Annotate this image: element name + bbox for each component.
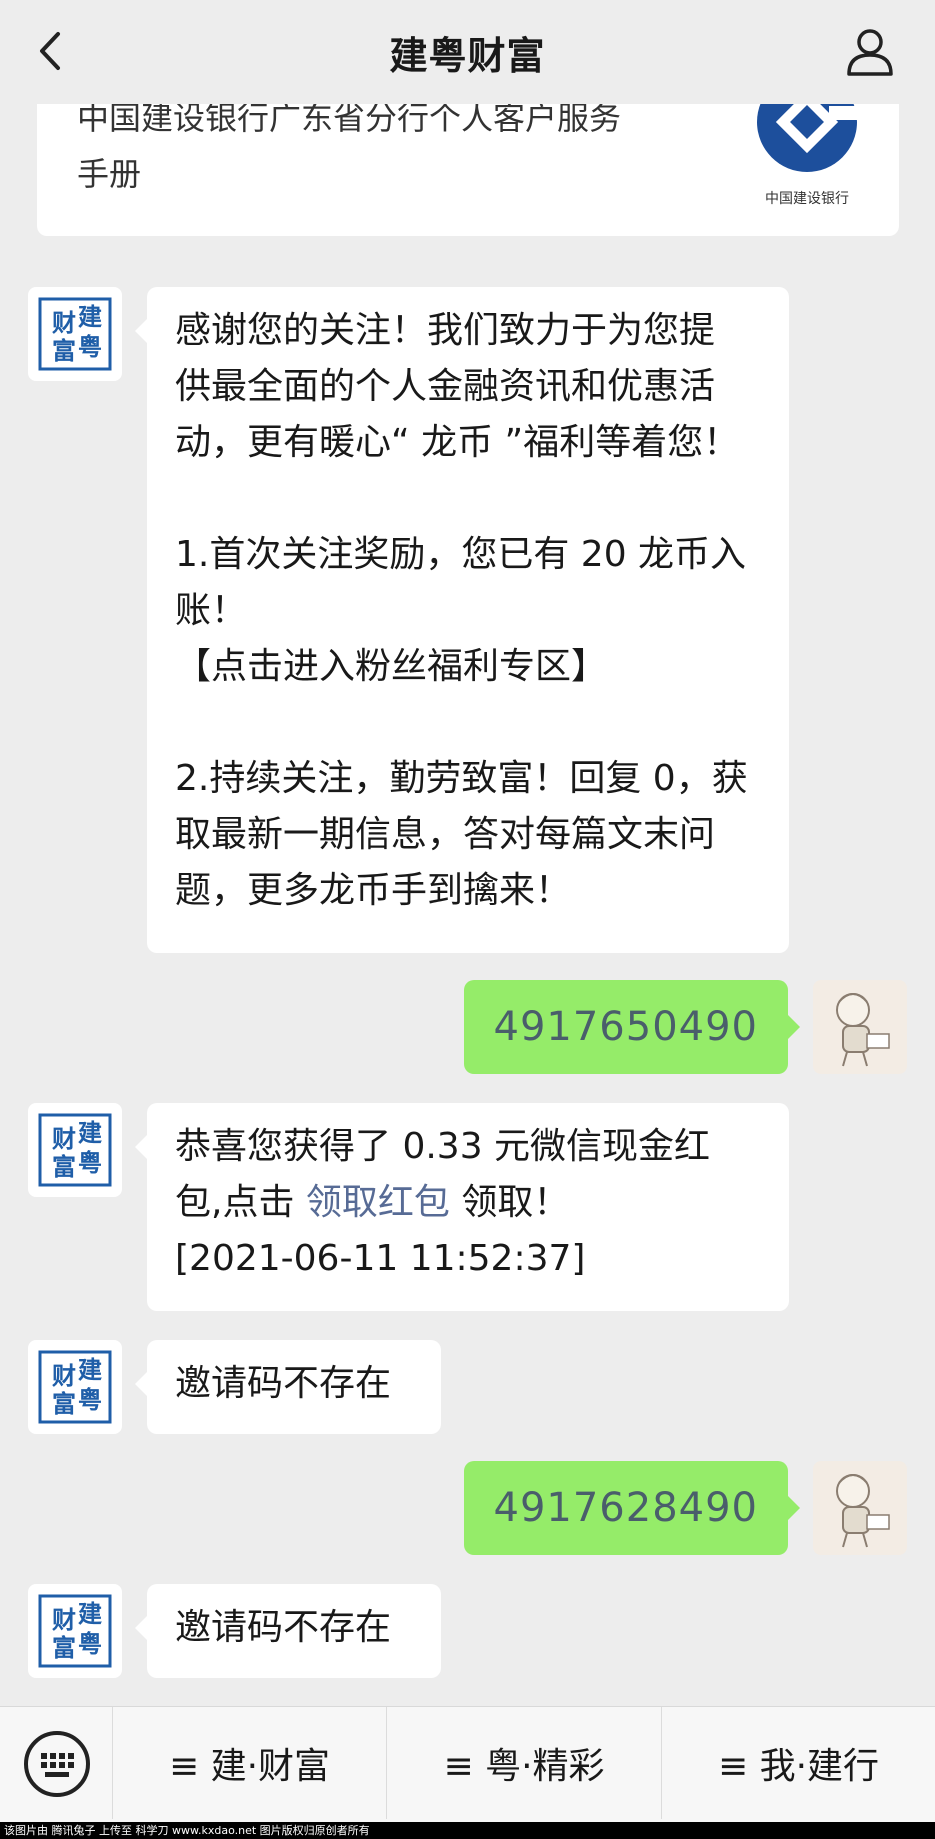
- keyboard-glyph: [41, 1753, 74, 1777]
- message-sent-code-2: 4917628490: [463, 1461, 800, 1555]
- message-reply-1: 邀请码不存在: [135, 1340, 441, 1434]
- account-logo-icon: 财 建 富 粤: [38, 1594, 112, 1668]
- chevron-left-icon[interactable]: [28, 26, 78, 76]
- svg-text:财: 财: [52, 1361, 76, 1390]
- svg-text:财: 财: [52, 1124, 76, 1153]
- account-avatar[interactable]: 财 建 富 粤: [28, 1340, 122, 1434]
- svg-text:粤: 粤: [78, 1148, 102, 1177]
- account-avatar[interactable]: 财 建 富 粤: [28, 1103, 122, 1197]
- svg-text:建: 建: [78, 302, 102, 331]
- user-avatar[interactable]: [813, 1461, 907, 1555]
- svg-text:建: 建: [78, 1118, 102, 1147]
- page-title: 建粤财富: [389, 33, 546, 78]
- article-card-title: 中国建设银行广东省分行个人客户服务 手册: [77, 99, 622, 193]
- svg-text:建: 建: [78, 1599, 102, 1628]
- menu-wo-jianhang[interactable]: ≡ 我·建行: [662, 1725, 935, 1801]
- user-avatar-illustration: [836, 1474, 890, 1548]
- nav-bar: 建粤财富: [0, 0, 935, 104]
- fans-zone-link[interactable]: 【点击进入粉丝福利专区】: [175, 639, 761, 695]
- svg-text:富: 富: [52, 336, 76, 365]
- svg-text:富: 富: [52, 1633, 76, 1662]
- menu-yue-jingcai[interactable]: ≡ 粤·精彩: [387, 1725, 661, 1801]
- menu-jian-caifu[interactable]: ≡ 建·财富: [113, 1725, 386, 1801]
- message-redpacket: 恭喜您获得了 0.33 元微信现金红 包,点击 领取红包 领取！ [2021-0…: [135, 1103, 789, 1311]
- account-logo-icon: 财 建 富 粤: [38, 297, 112, 371]
- message-timestamp: [2021-06-11 11:52:37]: [175, 1238, 586, 1279]
- user-icon[interactable]: [841, 22, 899, 80]
- account-avatar[interactable]: 财 建 富 粤: [28, 287, 122, 381]
- ccb-logo-caption: 中国建设银行: [765, 191, 849, 207]
- watermark-footer: 该图片由 腾讯兔子 上传至 科学刀 www.kxdao.net 图片版权归原创者…: [0, 1822, 935, 1839]
- user-avatar-illustration: [836, 993, 890, 1067]
- user-avatar[interactable]: [813, 980, 907, 1074]
- svg-text:富: 富: [52, 1152, 76, 1181]
- bottom-menu-bar: ≡ 建·财富 ≡ 粤·精彩 ≡ 我·建行: [0, 1706, 935, 1839]
- svg-text:粤: 粤: [78, 1629, 102, 1658]
- message-welcome: 感谢您的关注！我们致力于为您提 供最全面的个人金融资讯和优惠活 动，更有暖心“ …: [135, 287, 789, 953]
- account-avatar[interactable]: 财 建 富 粤: [28, 1584, 122, 1678]
- keyboard-icon[interactable]: [24, 1731, 90, 1797]
- svg-text:建: 建: [78, 1355, 102, 1384]
- message-reply-2: 邀请码不存在: [135, 1584, 441, 1678]
- account-logo-icon: 财 建 富 粤: [38, 1350, 112, 1424]
- svg-text:粤: 粤: [78, 332, 102, 361]
- svg-text:财: 财: [52, 1605, 76, 1634]
- account-logo-icon: 财 建 富 粤: [38, 1113, 112, 1187]
- message-sent-code-1: 4917650490: [463, 980, 800, 1074]
- svg-text:财: 财: [52, 308, 76, 337]
- claim-redpacket-link[interactable]: 领取红包: [306, 1182, 450, 1223]
- svg-text:粤: 粤: [78, 1385, 102, 1414]
- svg-text:富: 富: [52, 1389, 76, 1418]
